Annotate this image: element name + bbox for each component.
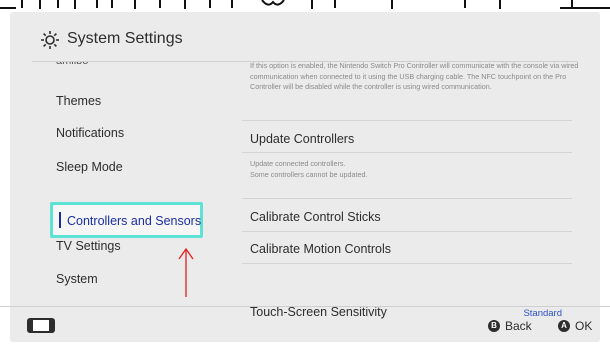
sidebar-item-notifications[interactable]: Notifications: [56, 126, 124, 140]
row-divider: [242, 198, 572, 199]
sidebar-item-label: Themes: [56, 94, 102, 108]
back-label: Back: [505, 319, 532, 333]
sidebar-item-amiibo-partial[interactable]: amiibo: [56, 62, 206, 69]
calibrate-motion-controls-button[interactable]: Calibrate Motion Controls: [250, 242, 391, 256]
annotation-arrow-up-icon: [178, 248, 194, 297]
settings-panel: System Settings amiibo Themes Notificati…: [10, 12, 600, 342]
sidebar-item-sleep-mode[interactable]: Sleep Mode: [56, 160, 123, 174]
description-line: Update connected controllers.: [250, 159, 346, 168]
ok-button[interactable]: A OK: [558, 319, 592, 333]
row-divider: [242, 120, 572, 121]
b-button-icon: B: [488, 320, 500, 332]
sidebar-item-label: System: [56, 272, 98, 286]
update-controllers-button[interactable]: Update Controllers: [250, 132, 354, 146]
wired-communication-description: If this option is enabled, the Nintendo …: [250, 61, 579, 91]
sidebar-item-label: Sleep Mode: [56, 160, 123, 174]
ok-label: OK: [575, 319, 593, 333]
sidebar-item-themes[interactable]: Themes: [56, 94, 101, 108]
top-doodle-strip: [0, 0, 610, 9]
gear-icon: [41, 31, 59, 49]
sidebar-item-label: TV Settings: [56, 239, 121, 253]
page-title: System Settings: [67, 30, 183, 47]
sidebar-item-label: Notifications: [56, 126, 125, 140]
a-button-icon: A: [558, 320, 570, 332]
handheld-console-icon: [27, 318, 55, 333]
back-button[interactable]: B Back: [488, 319, 532, 333]
update-controllers-description: Update connected controllers. Some contr…: [250, 159, 590, 180]
sidebar-item-label: amiibo: [56, 62, 88, 67]
touch-screen-sensitivity-value: Standard: [523, 308, 562, 319]
sidebar-item-controllers-and-sensors[interactable]: Controllers and Sensors: [50, 202, 203, 238]
sidebar-item-system[interactable]: System: [56, 272, 98, 286]
footer-divider: [0, 306, 610, 307]
row-divider: [242, 231, 572, 232]
row-divider: [242, 263, 572, 264]
touch-screen-sensitivity-button[interactable]: Touch-Screen Sensitivity: [250, 305, 387, 319]
row-divider: [242, 152, 572, 153]
sidebar-item-tv-settings[interactable]: TV Settings: [56, 239, 121, 253]
description-line: Some controllers cannot be updated.: [250, 169, 368, 179]
header: System Settings: [10, 12, 600, 62]
selection-indicator: [59, 212, 61, 228]
sidebar-item-label: Controllers and Sensors: [67, 214, 202, 228]
calibrate-control-sticks-button[interactable]: Calibrate Control Sticks: [250, 210, 381, 224]
